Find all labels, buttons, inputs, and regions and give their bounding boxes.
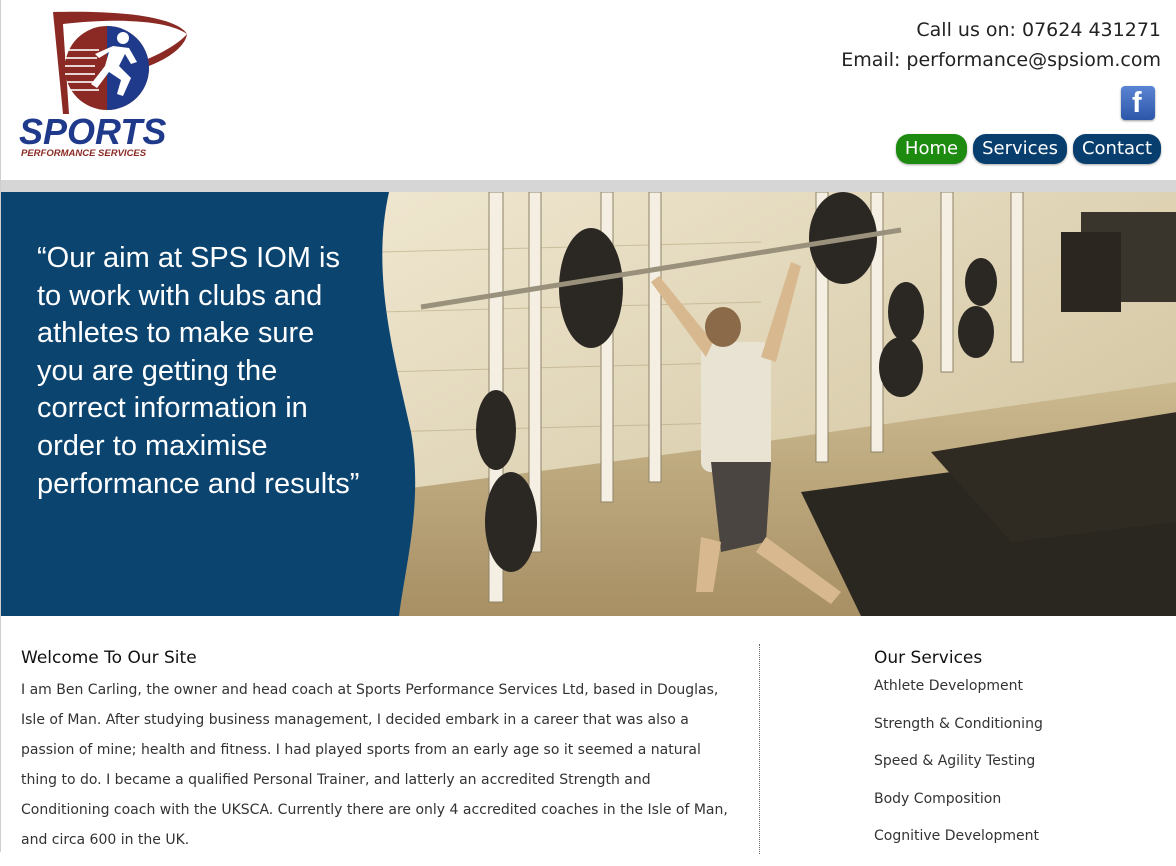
- nav-services-button[interactable]: Services: [973, 134, 1067, 164]
- service-link[interactable]: Body Composition: [874, 791, 1043, 829]
- welcome-text: I am Ben Carling, the owner and head coa…: [21, 682, 728, 848]
- hero-quote: “Our aim at SPS IOM is to work with club…: [37, 242, 360, 500]
- service-link[interactable]: Strength & Conditioning: [874, 716, 1043, 754]
- services-list: Athlete Development Strength & Condition…: [874, 678, 1043, 866]
- header-divider-bar: [1, 180, 1176, 192]
- service-link[interactable]: Speed & Agility Testing: [874, 753, 1043, 791]
- service-link[interactable]: Cognitive Development: [874, 828, 1043, 866]
- service-link[interactable]: Athlete Development: [874, 678, 1043, 716]
- email-address[interactable]: Email: performance@spsiom.com: [841, 49, 1161, 71]
- svg-text:SPORTS: SPORTS: [19, 111, 166, 152]
- main-content: Welcome To Our Site I am Ben Carling, th…: [1, 616, 1176, 854]
- column-divider: [759, 644, 760, 854]
- nav-home-button[interactable]: Home: [895, 134, 968, 164]
- services-title: Our Services: [874, 648, 983, 668]
- sports-performance-services-logo[interactable]: SPORTS PERFORMANCE SERVICES: [17, 10, 201, 160]
- facebook-icon[interactable]: f: [1121, 86, 1155, 120]
- nav-contact-button[interactable]: Contact: [1072, 134, 1161, 164]
- svg-text:PERFORMANCE SERVICES: PERFORMANCE SERVICES: [21, 148, 147, 159]
- welcome-title: Welcome To Our Site: [21, 648, 197, 668]
- phone-number: Call us on: 07624 431271: [916, 19, 1161, 41]
- main-nav: Home Services Contact: [895, 134, 1161, 164]
- site-header: SPORTS PERFORMANCE SERVICES Call us on: …: [1, 0, 1176, 180]
- hero-banner: “Our aim at SPS IOM is to work with club…: [1, 192, 1176, 616]
